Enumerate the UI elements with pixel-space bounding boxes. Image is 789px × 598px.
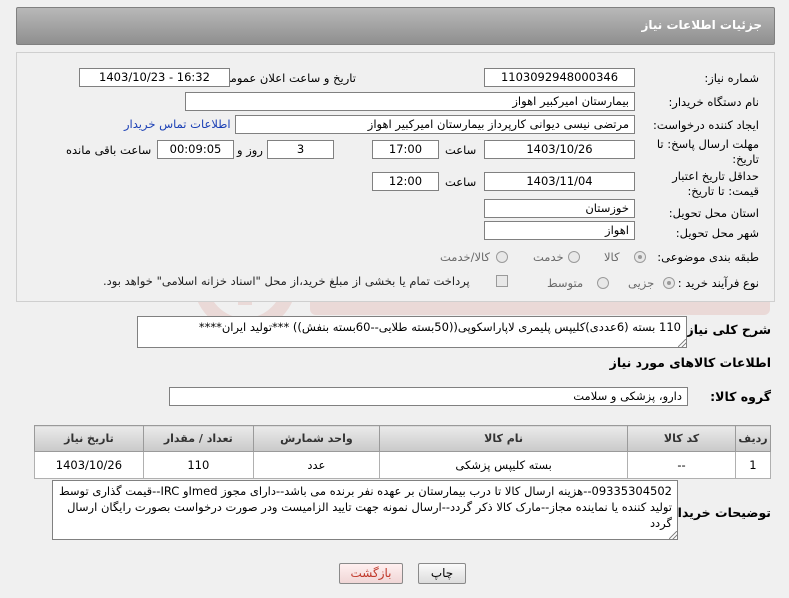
- buyer-notes-label: توضیحات خریدار:: [665, 505, 771, 520]
- process-type-label: نوع فرآیند خرید :: [677, 276, 759, 290]
- col-need-date: تاریخ نیاز: [34, 425, 144, 452]
- announce-datetime-field: 1403/10/23 - 16:32: [79, 68, 230, 87]
- col-quantity: تعداد / مقدار: [142, 425, 254, 452]
- cell-item-name: بسته کلیپس پزشکی: [379, 451, 629, 479]
- page-title: جزئیات اطلاعات نیاز: [641, 18, 762, 32]
- goods-group-field: دارو، پزشکی و سلامت: [169, 387, 688, 406]
- items-table: ردیف کد کالا نام کالا واحد شمارش تعداد /…: [34, 425, 772, 479]
- city-field: اهواز: [484, 221, 635, 240]
- items-info-heading: اطلاعات کالاهای مورد نیاز: [609, 355, 771, 370]
- city-label: شهر محل تحویل:: [675, 226, 759, 240]
- treasury-note: پرداخت تمام یا بخشی از مبلغ خرید،از محل …: [103, 274, 470, 288]
- general-desc-text: 110 بسته (6عددی)کلیپس پلیمری لاپاراسکوپی…: [198, 320, 681, 334]
- table-row: 1 -- بسته کلیپس پزشکی عدد 110 1403/10/26: [34, 451, 772, 479]
- print-button[interactable]: چاپ: [418, 563, 466, 584]
- category-goods-service-label: کالا/خدمت: [440, 250, 491, 264]
- process-partial-radio[interactable]: [663, 277, 675, 289]
- remaining-label: ساعت باقی مانده: [66, 143, 152, 157]
- process-medium-radio[interactable]: [597, 277, 609, 289]
- process-partial-label: جزیی: [628, 276, 655, 290]
- requester-label: ایجاد کننده درخواست:: [653, 118, 759, 132]
- buyer-notes-text: 09335304502--هزینه ارسال کالا تا درب بیم…: [58, 484, 672, 530]
- buyer-notes-field: 09335304502--هزینه ارسال کالا تا درب بیم…: [52, 480, 678, 540]
- category-service-label: خدمت: [533, 250, 564, 264]
- general-desc-label: شرح کلی نیاز:: [681, 322, 771, 337]
- general-desc-field: 110 بسته (6عددی)کلیپس پلیمری لاپاراسکوپی…: [137, 316, 687, 348]
- category-goods-radio[interactable]: [634, 251, 646, 263]
- reply-date-field: 1403/10/26: [484, 140, 635, 159]
- price-validity-label: حداقل تاریخ اعتبار قیمت: تا تاریخ:: [672, 169, 759, 198]
- reply-time-field: 17:00: [372, 140, 439, 159]
- province-label: استان محل تحویل:: [668, 206, 759, 220]
- treasury-checkbox[interactable]: [496, 275, 508, 287]
- need-number-label: شماره نیاز:: [704, 71, 759, 85]
- goods-group-label: گروه کالا:: [710, 389, 771, 404]
- header-panel: جزئیات اطلاعات نیاز: [16, 7, 775, 45]
- category-label: طبقه بندی موضوعی:: [657, 250, 759, 264]
- validity-time-field: 12:00: [372, 172, 439, 191]
- category-service-radio[interactable]: [568, 251, 580, 263]
- days-label: روز و: [237, 143, 263, 157]
- requester-field: مرتضی نیسی دیوانی کارپرداز بیمارستان امی…: [235, 115, 635, 134]
- cell-quantity: 110: [142, 451, 254, 479]
- process-medium-label: متوسط: [547, 276, 584, 290]
- buyer-contact-link[interactable]: اطلاعات تماس خریدار: [124, 117, 231, 131]
- table-header-row: ردیف کد کالا نام کالا واحد شمارش تعداد /…: [34, 425, 772, 452]
- reply-days-field: 3: [267, 140, 334, 159]
- col-row-number: ردیف: [734, 425, 772, 452]
- cell-unit: عدد: [252, 451, 381, 479]
- col-item-name: نام کالا: [379, 425, 629, 452]
- reply-deadline-label: مهلت ارسال پاسخ: تا تاریخ:: [656, 137, 759, 166]
- remaining-time-field: 00:09:05: [157, 140, 234, 159]
- province-field: خوزستان: [484, 199, 635, 218]
- cell-need-date: 1403/10/26: [34, 451, 144, 479]
- back-button[interactable]: بازگشت: [339, 563, 403, 584]
- category-goods-service-radio[interactable]: [496, 251, 508, 263]
- validity-time-label: ساعت: [445, 175, 477, 189]
- col-unit: واحد شمارش: [252, 425, 381, 452]
- buyer-org-field: بیمارستان امیرکبیر اهواز: [185, 92, 635, 111]
- col-item-code: کد کالا: [627, 425, 736, 452]
- reply-time-label: ساعت: [445, 143, 477, 157]
- cell-item-code: --: [627, 451, 736, 479]
- resize-handle-icon[interactable]: [678, 339, 686, 347]
- category-goods-label: کالا: [604, 250, 620, 264]
- resize-handle-icon[interactable]: [669, 531, 677, 539]
- cell-row-number: 1: [734, 451, 772, 479]
- announce-datetime-label: تاریخ و ساعت اعلان عمومی:: [217, 71, 356, 85]
- validity-date-field: 1403/11/04: [484, 172, 635, 191]
- need-number-field: 1103092948000346: [484, 68, 635, 87]
- buyer-org-label: نام دستگاه خریدار:: [668, 95, 759, 109]
